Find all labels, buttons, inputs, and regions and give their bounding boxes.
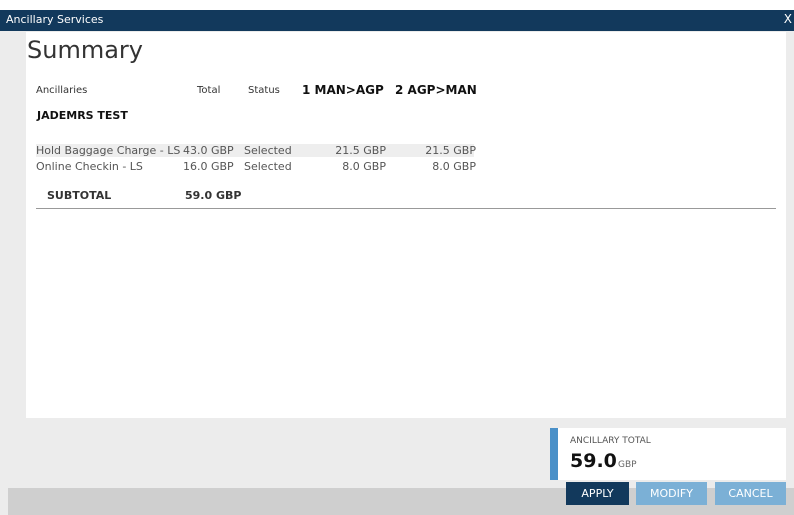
header-status: Status — [248, 85, 280, 96]
ancillary-services-dialog: Ancillary Services X Summary Ancillaries… — [0, 10, 794, 515]
close-icon[interactable]: X — [784, 12, 792, 26]
apply-button[interactable]: APPLY — [566, 482, 629, 505]
ancillary-total: 43.0 GBP — [183, 144, 234, 157]
header-segment-2: 2 AGP>MAN — [395, 83, 477, 97]
header-total: Total — [197, 85, 221, 96]
ancillary-seg2-price: 21.5 GBP — [425, 144, 476, 157]
ancillary-name: Online Checkin - LS — [36, 160, 143, 173]
header-ancillaries: Ancillaries — [36, 85, 88, 96]
subtotal-value: 59.0 GBP — [185, 189, 242, 202]
subtotal-label: SUBTOTAL — [47, 189, 112, 202]
ancillary-seg1-price: 8.0 GBP — [342, 160, 386, 173]
window-title: Ancillary Services — [6, 13, 104, 26]
titlebar: Ancillary Services X — [0, 10, 794, 31]
header-segment-1: 1 MAN>AGP — [302, 83, 384, 97]
accent-bar — [550, 428, 558, 480]
ancillary-seg1-price: 21.5 GBP — [335, 144, 386, 157]
cancel-button[interactable]: CANCEL — [715, 482, 786, 505]
ancillary-name: Hold Baggage Charge - LS — [36, 144, 181, 157]
ancillary-total-currency: GBP — [618, 460, 637, 470]
ancillary-status: Selected — [244, 144, 292, 157]
ancillary-total-value: 59.0 — [570, 450, 617, 472]
ancillary-total-card: ANCILLARY TOTAL 59.0 GBP — [550, 428, 786, 480]
ancillary-total: 16.0 GBP — [183, 160, 234, 173]
modify-button[interactable]: MODIFY — [636, 482, 707, 505]
divider — [36, 208, 776, 209]
ancillary-row: Hold Baggage Charge - LS 43.0 GBP Select… — [36, 144, 476, 157]
ancillary-seg2-price: 8.0 GBP — [432, 160, 476, 173]
summary-title: Summary — [27, 36, 143, 64]
summary-panel: Summary Ancillaries Total Status 1 MAN>A… — [26, 32, 786, 418]
ancillary-status: Selected — [244, 160, 292, 173]
ancillary-row: Online Checkin - LS 16.0 GBP Selected 8.… — [36, 160, 476, 173]
passenger-name: JADEMRS TEST — [37, 109, 128, 122]
ancillary-total-label: ANCILLARY TOTAL — [570, 436, 651, 446]
